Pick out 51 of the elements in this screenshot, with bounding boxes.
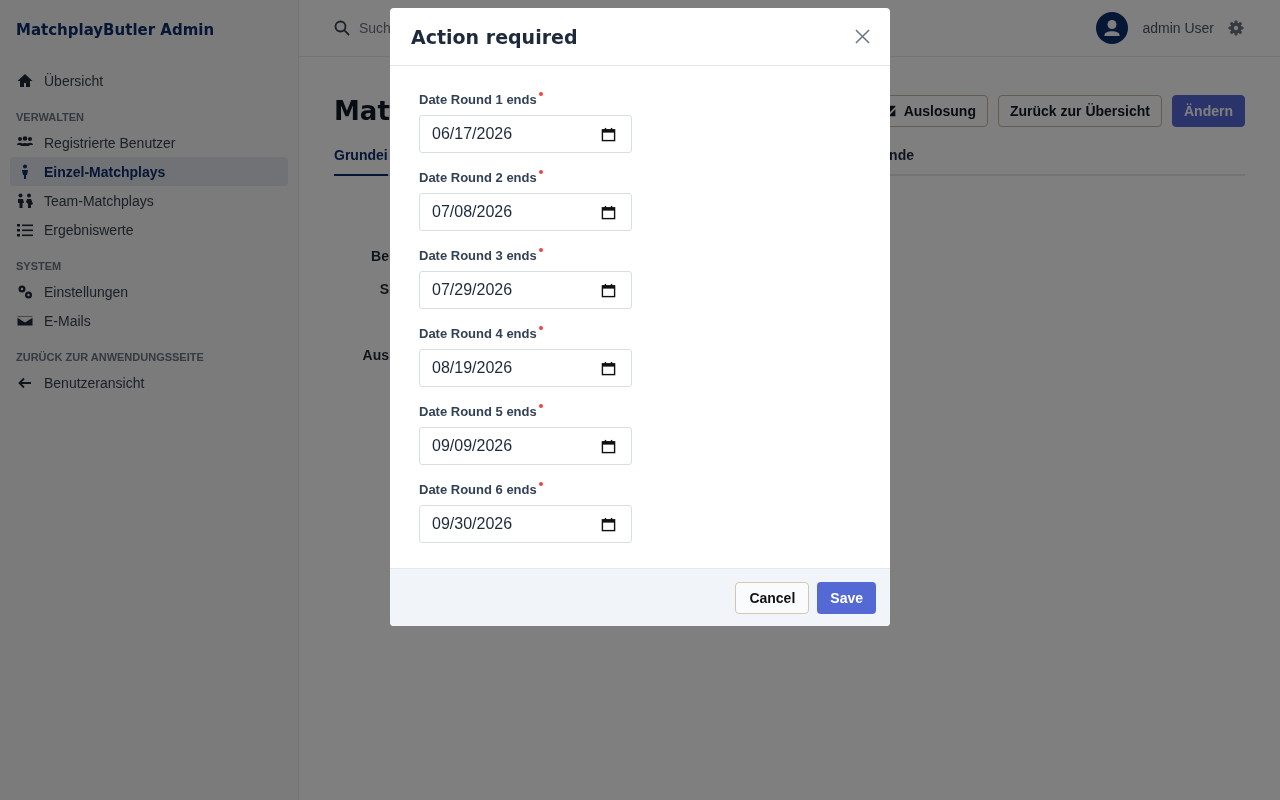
nav-item[interactable]: E-Mails <box>10 306 288 335</box>
nav-item[interactable]: Registrierte Benutzer <box>10 128 288 157</box>
date-field[interactable]: 06/17/2026 <box>419 115 632 153</box>
nav-item[interactable]: Einzel-Matchplays <box>10 157 288 186</box>
date-field[interactable]: 07/29/2026 <box>419 271 632 309</box>
avatar-icon[interactable] <box>1096 12 1129 44</box>
field-label: Date Round 6 ends <box>419 482 537 497</box>
page-title: Mat <box>334 96 390 126</box>
date-field[interactable]: 08/19/2026 <box>419 349 632 387</box>
field-label: Aus <box>362 347 389 363</box>
tab[interactable]: Grundei <box>334 147 388 176</box>
field-label: Be <box>371 248 389 264</box>
cancel-button[interactable]: Cancel <box>735 581 810 614</box>
calendar-icon[interactable] <box>601 126 616 142</box>
settings-icon[interactable] <box>1228 20 1244 36</box>
user-name[interactable]: admin User <box>1142 20 1214 36</box>
calendar-icon[interactable] <box>601 282 616 298</box>
nav-item[interactable]: Übersicht <box>10 66 288 95</box>
date-field[interactable]: 09/09/2026 <box>419 427 632 465</box>
search-icon <box>334 20 350 36</box>
nav-item[interactable]: Benutzeransicht <box>10 368 288 397</box>
calendar-icon[interactable] <box>601 360 616 376</box>
field-label: Date Round 1 ends <box>419 92 537 107</box>
page-button[interactable]: Ändern <box>1172 95 1245 127</box>
field-label: Date Round 2 ends <box>419 170 537 185</box>
tab[interactable]: nde <box>889 147 914 176</box>
date-field[interactable]: 07/08/2026 <box>419 193 632 231</box>
date-field[interactable]: 09/30/2026 <box>419 505 632 543</box>
people-icon <box>17 192 33 209</box>
gears-icon <box>17 283 33 300</box>
field-label: Date Round 3 ends <box>419 248 537 263</box>
field-label: S <box>379 281 389 297</box>
nav-item[interactable]: Ergebniswerte <box>10 215 288 244</box>
nav-item[interactable]: Einstellungen <box>10 277 288 306</box>
section-heading: VERWALTEN <box>15 111 86 123</box>
list-icon <box>17 221 33 238</box>
save-button[interactable]: Save <box>817 581 876 614</box>
dialog-title: Action required <box>411 25 578 48</box>
field-label: Date Round 5 ends <box>419 404 537 419</box>
brand-title: MatchplayButler Admin <box>15 20 216 41</box>
close-icon[interactable] <box>855 29 870 44</box>
calendar-icon[interactable] <box>601 204 616 220</box>
section-heading: SYSTEM <box>15 260 63 272</box>
nav-item[interactable]: Team-Matchplays <box>10 186 288 215</box>
search-placeholder[interactable]: Such <box>359 20 391 36</box>
field-label: Date Round 4 ends <box>419 326 537 341</box>
calendar-icon[interactable] <box>601 516 616 532</box>
calendar-icon[interactable] <box>601 438 616 454</box>
house-icon <box>17 72 33 89</box>
page-button[interactable]: Zurück zur Übersicht <box>997 95 1162 127</box>
section-heading: ZURÜCK ZUR ANWENDUNGSSEITE <box>15 351 205 363</box>
